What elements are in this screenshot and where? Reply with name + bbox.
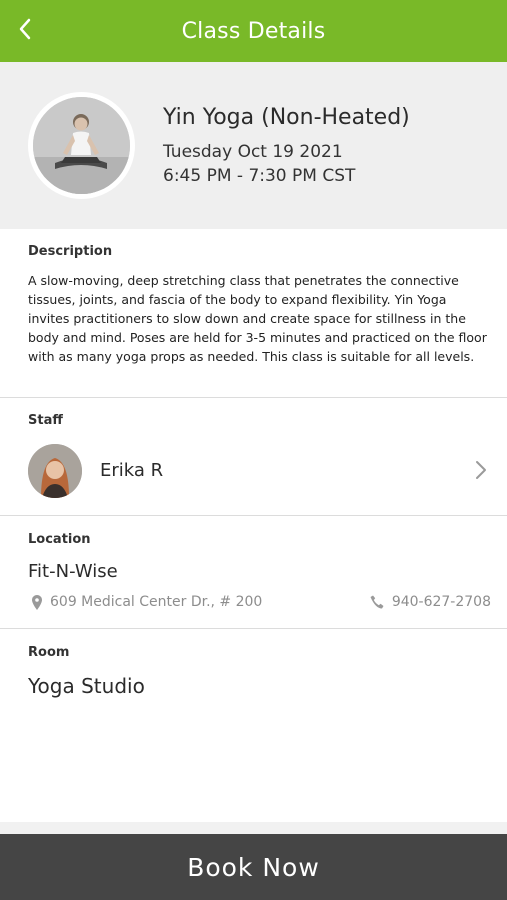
class-photo <box>28 92 135 199</box>
phone-text: 940-627-2708 <box>391 594 491 610</box>
class-details-screen: Class Details Yin Yoga (Non-Heated) Tues… <box>0 0 507 900</box>
staff-photo <box>28 444 82 498</box>
divider <box>0 397 507 398</box>
staff-name: Erika R <box>100 460 164 481</box>
location-label: Location <box>28 532 91 547</box>
staff-label: Staff <box>28 413 63 428</box>
chevron-right-icon <box>476 461 486 479</box>
back-button[interactable] <box>10 12 40 46</box>
class-time: 6:45 PM - 7:30 PM CST <box>163 166 356 186</box>
book-now-button[interactable]: Book Now <box>0 834 507 900</box>
bottom-spacer <box>0 822 507 834</box>
app-header: Class Details <box>0 0 507 62</box>
staff-row[interactable]: Erika R <box>0 438 507 506</box>
page-title: Class Details <box>181 18 326 44</box>
description-label: Description <box>28 244 113 259</box>
phone-icon <box>370 595 384 609</box>
location-name: Fit-N-Wise <box>28 561 118 582</box>
phone-link[interactable]: 940-627-2708 <box>370 594 491 610</box>
map-pin-icon <box>32 594 42 610</box>
chevron-left-icon <box>19 18 31 40</box>
yoga-pose-image <box>33 97 130 194</box>
class-summary: Yin Yoga (Non-Heated) Tuesday Oct 19 202… <box>0 62 507 229</box>
class-date: Tuesday Oct 19 2021 <box>163 142 343 162</box>
avatar <box>28 444 82 498</box>
description-text: A slow-moving, deep stretching class tha… <box>28 273 487 364</box>
address-text: 609 Medical Center Dr., # 200 <box>50 594 263 610</box>
class-name: Yin Yoga (Non-Heated) <box>163 105 410 130</box>
divider <box>0 628 507 629</box>
address-link[interactable]: 609 Medical Center Dr., # 200 <box>32 594 262 610</box>
room-label: Room <box>28 645 70 660</box>
divider <box>0 515 507 516</box>
room-name: Yoga Studio <box>28 674 145 698</box>
